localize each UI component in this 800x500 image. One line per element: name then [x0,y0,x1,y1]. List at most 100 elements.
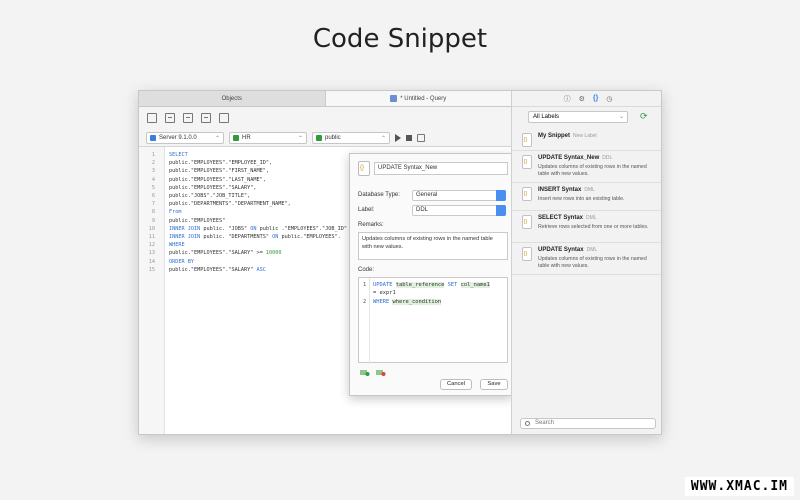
code-text: SELECT [169,152,188,158]
snippet-tag: New Label [573,133,597,139]
snippet-name: SELECT Syntax [538,215,584,221]
snippet-tag: DML [586,247,598,253]
code-text: public."JOBS"."JOB_TITLE", [169,193,251,199]
code-snippet-icon[interactable]: {} [593,95,598,102]
snippet-panel: ⓘ ⚙ {} ◷ All Labels ⌄ ⟳ My SnippetNew La… [511,91,661,434]
database-select[interactable]: HR ⌃ [229,131,307,144]
line-number: 15 [148,266,155,273]
chevron-down-icon [496,190,506,201]
snippet-name: My Snippet [538,133,571,139]
code-gutter [359,278,370,364]
snippet-tag: DDL [602,155,613,161]
snippet-description: Insert new rows into an existing table. [538,196,625,202]
snippet-icon [522,155,532,169]
line-number: 11 [148,234,155,240]
schema-name: public [325,134,341,141]
code-text: UPDATE table_reference SET col_name1 [373,282,490,288]
snippet-item[interactable]: INSERT SyntaxDML Insert new rows into an… [512,183,661,211]
tab-objects[interactable]: Objects [139,91,325,106]
code-text: ORDER BY [169,258,194,265]
line-number: 1 [151,152,155,158]
code-label: Code: [358,267,375,273]
database-type-value: General [416,192,438,198]
history-icon[interactable]: ◷ [606,95,612,103]
label-filter-select[interactable]: All Labels ⌄ [528,111,628,123]
copy-icon[interactable] [165,113,175,123]
tab-label: Objects [221,95,242,102]
snippet-item[interactable]: My SnippetNew Label [512,129,661,151]
label-value: DDL [416,207,429,213]
code-text: public."EMPLOYEES"."EMPLOYEE_ID", [169,160,273,167]
remarks-field[interactable]: Updates columns of existing rows in the … [358,232,508,260]
line-number: 14 [148,258,155,265]
code-text: public."EMPLOYEES"."FIRST_NAME", [169,168,269,175]
stop-icon[interactable] [406,134,412,141]
code-text: INNER JOIN public. "DEPARTMENTS" ON publ… [169,234,341,240]
tab-untitled-query[interactable]: * Untitled - Query [324,91,511,106]
explain-icon[interactable] [417,133,425,142]
info-icon[interactable]: ⓘ [564,94,571,104]
save-button[interactable]: Save [480,379,508,390]
snippet-name-field[interactable]: UPDATE Syntax_New [374,162,508,175]
tab-bar: Objects * Untitled - Query [139,91,511,107]
database-name: HR [242,134,251,141]
snippet-search-input[interactable]: Search [520,418,656,429]
server-name: Server 9.1.0.0 [159,134,197,141]
line-number: 7 [151,201,155,208]
line-number: 4 [151,176,155,183]
search-placeholder: Search [535,420,555,426]
query-icon [390,95,398,102]
settings-icon[interactable]: ⚙ [579,95,585,103]
label-label: Label: [358,207,375,213]
snippet-name: UPDATE Syntax [538,247,584,253]
code-text: public."EMPLOYEES" [169,217,226,224]
watermark: WWW.XMAC.IM [684,477,794,496]
remarks-label: Remarks: [358,222,384,228]
server-select[interactable]: Server 9.1.0.0 ⌃ [146,131,224,144]
snippet-icon [522,187,532,201]
snippet-code-field[interactable]: 1 UPDATE table_reference SET col_name1 =… [358,277,508,364]
chevron-down-icon: ⌃ [380,135,386,142]
line-number: 2 [151,160,155,167]
page-title: Code Snippet [312,24,488,54]
search-icon [525,421,530,426]
save-icon[interactable] [147,113,157,123]
remove-placeholder-icon[interactable] [376,369,386,376]
snippet-item[interactable]: UPDATE SyntaxDML Updates columns of exis… [512,243,661,275]
line-number: 8 [151,209,155,216]
snippet-item[interactable]: UPDATE Syntax_NewDDL Updates columns of … [512,151,661,183]
connection-bar: Server 9.1.0.0 ⌃ HR ⌃ public ⌃ [139,129,511,147]
snippet-name: UPDATE Syntax_New [538,155,600,161]
snippet-item[interactable]: SELECT SyntaxDML Retrieve rows selected … [512,211,661,243]
builder-icon[interactable] [219,113,229,123]
code-line-number: 2 [363,299,367,305]
snippet-icon [522,215,532,229]
line-number: 5 [151,184,155,191]
label-filter-value: All Labels [533,114,560,120]
line-number: 12 [148,242,155,249]
panel-tabs: ⓘ ⚙ {} ◷ [512,91,661,107]
snippet-tag: DML [584,187,595,193]
chevron-down-icon: ⌃ [297,135,303,142]
database-icon [233,134,239,141]
code-text: INNER JOIN public. "JOBS" ON public ."EM… [169,225,360,232]
snippet-editor-popover: UPDATE Syntax_New Database Type: General… [349,153,513,396]
snippet-icon [522,247,532,261]
snippet-description: Updates columns of existing rows in the … [538,164,647,177]
database-type-select[interactable]: General [412,190,506,201]
document-icon[interactable] [201,113,211,123]
schema-select[interactable]: public ⌃ [312,131,390,144]
run-icon[interactable] [395,133,401,142]
label-select[interactable]: DDL [412,205,506,216]
line-number: 13 [148,250,155,257]
database-type-label: Database Type: [358,192,400,198]
line-number: 10 [148,225,155,232]
refresh-icon[interactable]: ⟳ [640,111,648,122]
cancel-button[interactable]: Cancel [440,379,472,390]
format-icon[interactable] [183,113,193,123]
chevron-down-icon [496,205,506,216]
snippet-icon [358,161,370,176]
code-text: public."EMPLOYEES"."SALARY", [169,184,257,191]
add-placeholder-icon[interactable] [360,369,370,376]
code-text: = expr1 [373,290,396,296]
